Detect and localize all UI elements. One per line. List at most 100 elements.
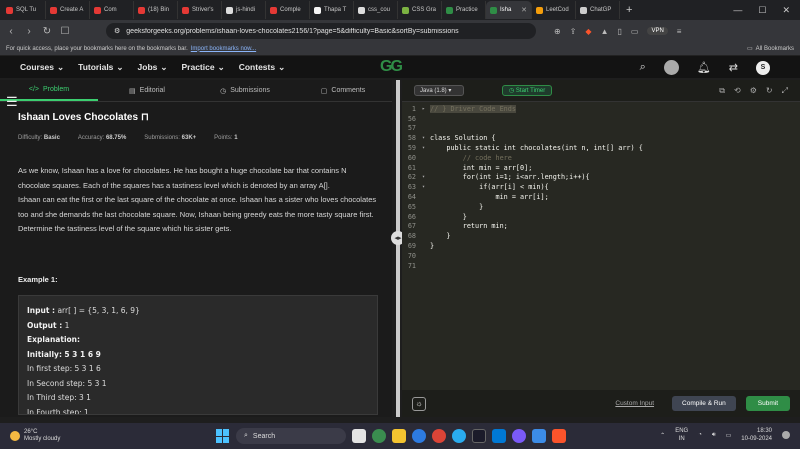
browser-tab[interactable]: Thapa T — [310, 1, 354, 19]
language-select[interactable]: Java (1.8) ▾ — [414, 85, 464, 96]
refresh-icon[interactable]: ↻ — [766, 86, 773, 96]
custom-input-link[interactable]: Custom Input — [615, 400, 654, 407]
bookmark-icon[interactable]: ⊓ — [141, 112, 149, 123]
sidebar-toggle-icon[interactable]: ▯ — [617, 27, 621, 36]
task-view-icon[interactable] — [352, 429, 366, 443]
brave-shield-icon[interactable]: ◆ — [585, 27, 591, 36]
copy-icon[interactable]: ⧉ — [719, 86, 725, 96]
panel-divider[interactable] — [396, 80, 400, 417]
browser-tab[interactable]: CSS Gra — [398, 1, 442, 19]
browser-tab[interactable]: Isha ✕ — [486, 1, 532, 19]
app-icon[interactable] — [372, 429, 386, 443]
browser-tab[interactable]: ChatGP — [576, 1, 620, 19]
editor-toolbar: Java (1.8) ▾ ◷ Start Timer ⧉ ⟲ ⚙ ↻ ⤢ — [402, 80, 800, 102]
site-menu-contests[interactable]: Contests ⌄ — [239, 62, 286, 73]
volume-icon[interactable]: 🔊︎ — [712, 432, 716, 439]
app-icon[interactable] — [512, 429, 526, 443]
browser-tab[interactable]: Comple — [266, 1, 310, 19]
reload-icon[interactable]: ↻ — [42, 26, 52, 37]
file-explorer-icon[interactable] — [392, 429, 406, 443]
browser-tab[interactable]: LeetCod — [532, 1, 576, 19]
close-window-icon[interactable]: ✕ — [782, 5, 790, 16]
url-input[interactable]: ⚙ geeksforgeeks.org/problems/ishaan-love… — [106, 23, 536, 39]
bookmark-page-icon[interactable]: ☐ — [60, 26, 70, 37]
browser-tab[interactable]: Striver's — [178, 1, 222, 19]
fold-icon[interactable]: ▾ — [422, 145, 430, 151]
chrome-icon[interactable] — [432, 429, 446, 443]
edge-icon[interactable] — [412, 429, 426, 443]
settings-icon[interactable]: ⚙ — [750, 86, 757, 96]
gfg-logo[interactable]: GG — [380, 58, 403, 76]
forward-icon[interactable]: › — [24, 26, 34, 37]
search-icon[interactable]: ⌕ — [640, 61, 646, 74]
browser-tab[interactable]: Com — [90, 1, 134, 19]
submissions-label: Submissions: — [144, 135, 180, 141]
line-number: 69 — [407, 242, 416, 251]
translate-icon[interactable]: ⇄ — [729, 61, 738, 74]
notification-icon[interactable] — [782, 431, 790, 439]
telegram-icon[interactable] — [452, 429, 466, 443]
wallet-icon[interactable]: ▭ — [631, 27, 639, 36]
notification-bell-icon[interactable]: 🔔︎ — [697, 61, 711, 74]
site-menu-practice[interactable]: Practice ⌄ — [182, 62, 225, 73]
browser-tab[interactable]: Create A — [46, 1, 90, 19]
terminal-icon[interactable] — [472, 429, 486, 443]
all-bookmarks-button[interactable]: ▭ All Bookmarks — [747, 45, 794, 53]
browser-tab[interactable]: SQL Tu — [2, 1, 46, 19]
close-tab-icon[interactable]: ✕ — [521, 6, 527, 14]
menu-icon[interactable]: ≡ — [677, 27, 682, 36]
compile-run-button[interactable]: Compile & Run — [672, 396, 736, 411]
share-icon[interactable]: ⇪ — [570, 27, 577, 36]
menu-label: Tutorials — [78, 62, 114, 72]
app-icon[interactable] — [532, 429, 546, 443]
start-timer-button[interactable]: ◷ Start Timer — [502, 85, 553, 96]
wifi-icon[interactable]: ◔ — [698, 432, 702, 438]
code-text: class Solution { — [430, 134, 496, 143]
fold-icon[interactable]: ▾ — [422, 184, 430, 190]
tab-comments[interactable]: ▢ Comments — [294, 80, 392, 101]
maximize-icon[interactable]: ☐ — [758, 5, 766, 16]
back-icon[interactable]: ‹ — [6, 26, 16, 37]
editor-footer: ☼ Custom Input Compile & Run Submit — [402, 390, 800, 417]
line-number: 58 — [407, 134, 416, 143]
weather-widget[interactable]: 26°C Mostly cloudy — [10, 429, 60, 443]
code-area[interactable]: 1 ▸// } Driver Code Ends 56 57 58 ▾ class Solu… — [402, 104, 800, 271]
site-menu-courses[interactable]: Courses ⌄ — [20, 62, 64, 73]
favicon-icon — [182, 6, 189, 14]
tab-editorial[interactable]: ▤ Editorial — [98, 80, 196, 101]
line-number: 66 — [407, 212, 416, 221]
site-info-icon[interactable]: ⚙ — [114, 27, 120, 35]
site-menu-jobs[interactable]: Jobs ⌄ — [138, 62, 168, 73]
site-menu-tutorials[interactable]: Tutorials ⌄ — [78, 62, 123, 73]
import-bookmarks-link[interactable]: Import bookmarks now... — [191, 46, 256, 52]
browser-tab[interactable]: js-hindi — [222, 1, 266, 19]
fold-icon[interactable]: ▾ — [422, 174, 430, 180]
windows-start-icon[interactable] — [216, 429, 230, 443]
hamburger-menu-icon[interactable]: ☰ — [6, 94, 18, 110]
brave-icon[interactable] — [552, 429, 566, 443]
tab-submissions[interactable]: ◷ Submissions — [196, 80, 294, 101]
browser-tab[interactable]: Practice — [442, 1, 486, 19]
chevron-up-icon[interactable]: ⌃ — [660, 432, 665, 439]
brave-rewards-icon[interactable]: ▲ — [601, 27, 609, 36]
language-indicator[interactable]: ENG IN — [675, 427, 688, 443]
vpn-button[interactable]: VPN — [647, 27, 668, 35]
new-tab-button[interactable]: + — [626, 4, 632, 16]
fold-icon[interactable]: ▾ — [422, 135, 430, 141]
avatar[interactable]: S — [756, 60, 770, 75]
vscode-icon[interactable] — [492, 429, 506, 443]
theme-bulb-icon[interactable]: ☼ — [412, 396, 426, 411]
browser-tab[interactable]: (18) Bin — [134, 1, 178, 19]
battery-icon[interactable]: ▭ — [726, 432, 732, 439]
clock[interactable]: 18:30 10-09-2024 — [741, 427, 772, 443]
fullscreen-icon[interactable]: ⤢ — [782, 86, 788, 96]
submit-button[interactable]: Submit — [745, 396, 790, 411]
reset-icon[interactable]: ⟲ — [734, 86, 741, 96]
taskbar-search[interactable]: ⌕ Search — [236, 428, 346, 444]
browser-tab[interactable]: css_cou — [354, 1, 398, 19]
theme-toggle-icon[interactable] — [663, 60, 679, 75]
tab-label: Comments — [331, 87, 366, 94]
zoom-icon[interactable]: ⊕ — [554, 27, 561, 36]
minimize-icon[interactable]: — — [733, 5, 742, 16]
fold-icon[interactable]: ▸ — [422, 106, 430, 112]
